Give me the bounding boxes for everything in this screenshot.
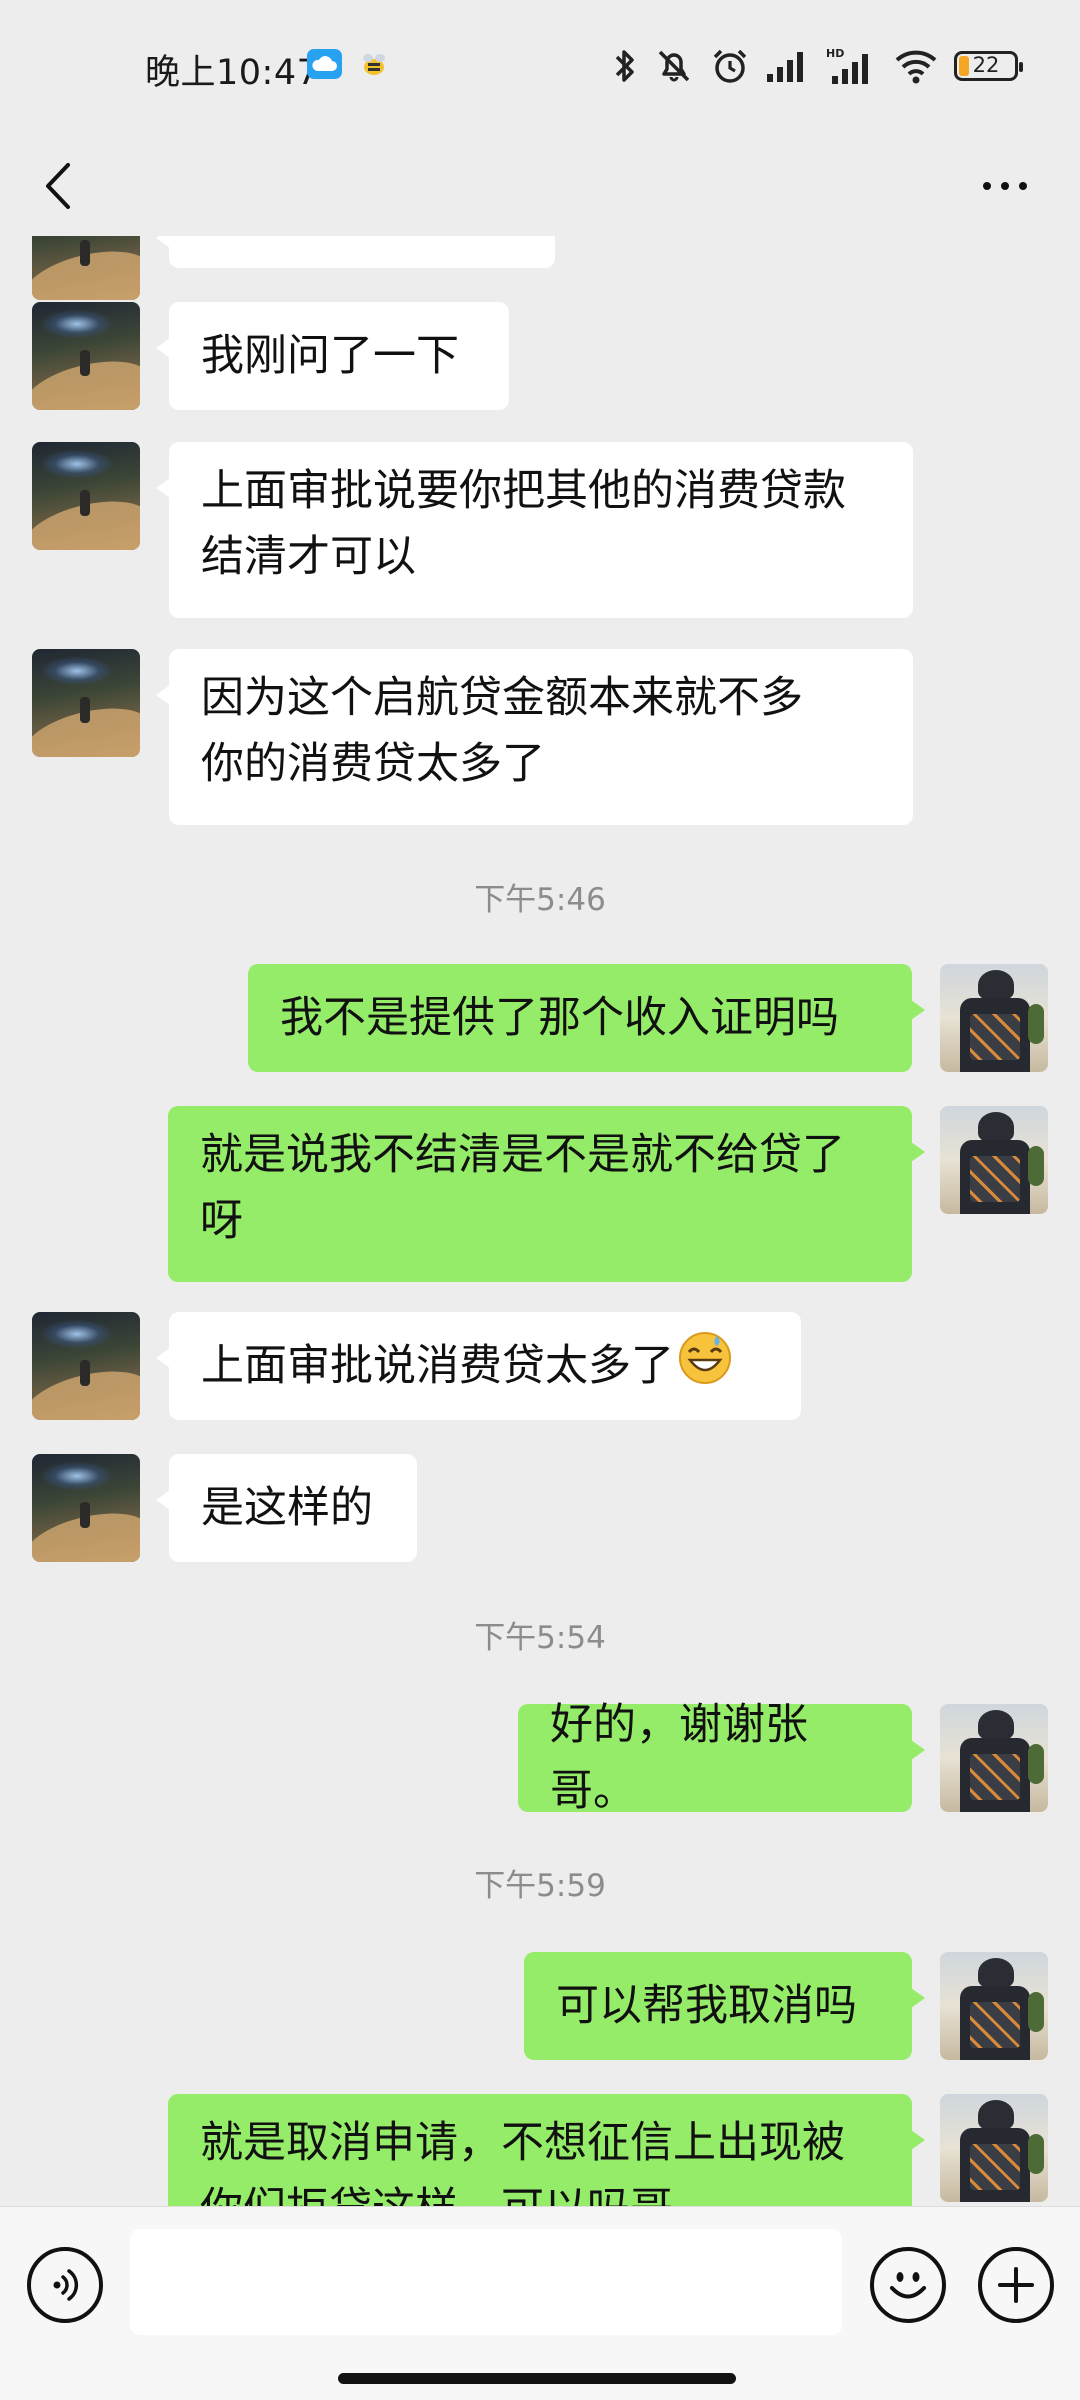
message-bubble[interactable]: 可以帮我取消吗	[524, 1952, 925, 2060]
plus-icon	[998, 2267, 1034, 2303]
message-list[interactable]: 我刚问了一下 上面审批说要你把其他的消费贷款 结清才可以 因为这个启航贷金额本来…	[0, 236, 1080, 2206]
more-button[interactable]	[970, 156, 1040, 216]
avatar[interactable]	[32, 1312, 140, 1420]
message-bubble[interactable]: 上面审批说消费贷太多了	[156, 1312, 801, 1420]
avatar-me[interactable]	[940, 964, 1048, 1072]
message-text-line: 就是说我不结清是不是就不给贷了	[200, 1130, 845, 1180]
avatar-me[interactable]	[940, 1952, 1048, 2060]
message-text-line: 上面审批说要你把其他的消费贷款	[201, 466, 846, 516]
avatar-me[interactable]	[940, 1704, 1048, 1812]
battery-icon: 22	[954, 51, 1023, 81]
more-icon-dot	[1001, 182, 1009, 190]
grinning-sweat-emoji	[676, 1328, 734, 1405]
emoji-button[interactable]	[870, 2247, 946, 2323]
timestamp: 下午5:59	[474, 1868, 606, 1904]
home-indicator[interactable]	[338, 2373, 736, 2384]
message-input[interactable]	[130, 2229, 842, 2335]
message-bubble[interactable]: 因为这个启航贷金额本来就不多 你的消费贷太多了	[156, 649, 913, 825]
input-bar	[0, 2206, 1080, 2400]
avatar[interactable]	[32, 236, 140, 300]
avatar[interactable]	[32, 1454, 140, 1562]
message-text-line: 就是取消申请，不想征信上出现被	[200, 2118, 845, 2168]
voice-icon	[53, 2269, 79, 2301]
message-text: 我刚问了一下	[201, 331, 459, 381]
chat-screen: 晚上10:47 HD 22 我刚问了一下 上面审批说要你把其他的消费贷款 结清才…	[0, 0, 1080, 2400]
message-bubble[interactable]: 就是取消申请，不想征信上出现被 你们拒贷这样，可以吗哥	[168, 2094, 925, 2206]
message-bubble[interactable]: 就是说我不结清是不是就不给贷了 呀	[168, 1106, 925, 1282]
message-text: 好的，谢谢张哥。	[550, 1700, 808, 1816]
bluetooth-icon	[612, 47, 638, 85]
plus-button[interactable]	[978, 2247, 1054, 2323]
wifi-icon	[894, 48, 938, 84]
signal-icon	[766, 48, 810, 84]
battery-level: 22	[972, 53, 1000, 77]
message-bubble[interactable]: 好的，谢谢张哥。	[518, 1700, 925, 1816]
status-bar: 晚上10:47 HD 22	[0, 0, 1080, 136]
hd-signal-icon: HD	[826, 46, 878, 86]
message-bubble-cutoff[interactable]	[156, 236, 555, 268]
avatar[interactable]	[32, 442, 140, 550]
avatar[interactable]	[32, 302, 140, 410]
avatar-me[interactable]	[940, 1106, 1048, 1214]
message-text-line: 呀	[200, 1196, 243, 1246]
chevron-left-icon	[46, 163, 70, 209]
bee-app-icon	[357, 48, 391, 82]
message-text: 可以帮我取消吗	[556, 1981, 857, 2031]
timestamp: 下午5:46	[474, 882, 606, 918]
more-icon-dot	[1019, 182, 1027, 190]
avatar-me[interactable]	[940, 2094, 1048, 2202]
mute-icon	[654, 46, 694, 86]
timestamp: 下午5:54	[474, 1620, 606, 1656]
back-button[interactable]	[30, 148, 86, 224]
message-bubble[interactable]: 上面审批说要你把其他的消费贷款 结清才可以	[156, 442, 913, 618]
emoji-icon	[890, 2272, 926, 2299]
avatar[interactable]	[32, 649, 140, 757]
svg-text:HD: HD	[826, 47, 844, 60]
message-bubble[interactable]: 我刚问了一下	[156, 302, 509, 410]
message-text-line: 你们拒贷这样，可以吗哥	[200, 2176, 673, 2206]
cloud-icon	[307, 49, 342, 79]
message-bubble[interactable]: 我不是提供了那个收入证明吗	[248, 964, 925, 1072]
chat-header	[0, 136, 1080, 236]
message-text-line: 结清才可以	[201, 532, 416, 582]
message-text: 是这样的	[201, 1483, 373, 1533]
status-time: 晚上10:47	[145, 53, 320, 93]
message-text-line: 因为这个启航贷金额本来就不多	[201, 673, 803, 723]
alarm-icon	[710, 46, 750, 86]
message-text: 我不是提供了那个收入证明吗	[280, 993, 839, 1043]
message-bubble[interactable]: 是这样的	[156, 1454, 417, 1562]
voice-button[interactable]	[27, 2247, 103, 2323]
more-icon-dot	[983, 182, 991, 190]
message-text: 上面审批说消费贷太多了	[201, 1341, 674, 1391]
message-text-line: 你的消费贷太多了	[201, 739, 545, 789]
